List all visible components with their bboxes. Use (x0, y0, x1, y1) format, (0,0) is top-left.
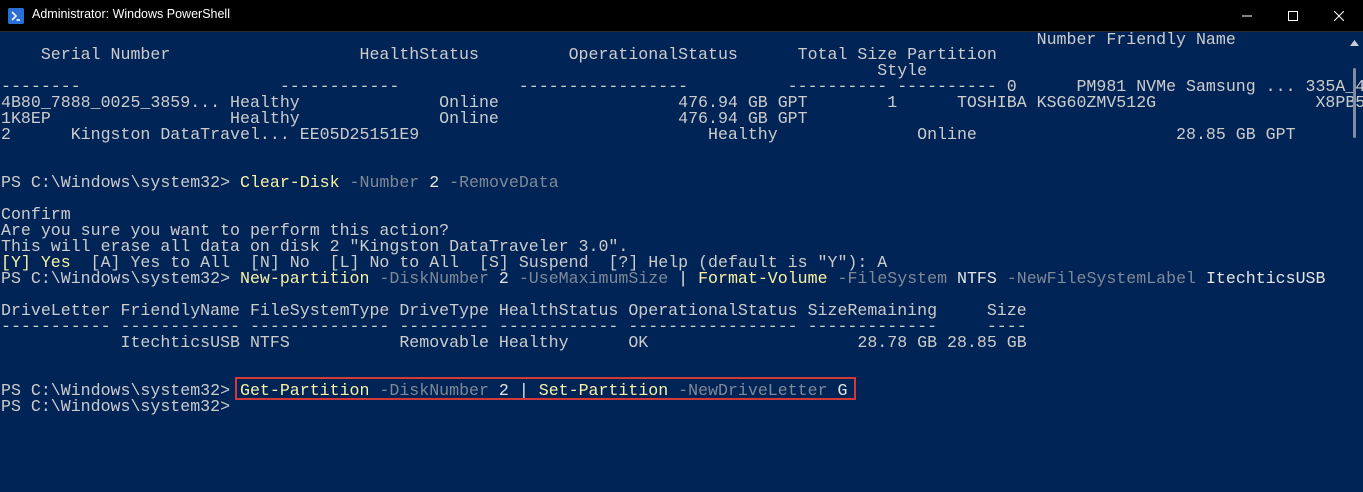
volume-table-row: ItechticsUSB NTFS Removable Healthy OK 2… (1, 333, 1027, 352)
current-prompt[interactable]: PS C:\Windows\system32> (1, 397, 240, 416)
prompt: PS C:\Windows\system32> (1, 269, 240, 288)
cmdlet-name: New-partition (240, 269, 370, 288)
command-highlight-box (235, 377, 856, 400)
command-line-clear-disk: PS C:\Windows\system32> Clear-Disk -Numb… (1, 173, 559, 192)
parameter-name: -UseMaximumSize (508, 269, 669, 288)
command-line-new-partition: PS C:\Windows\system32> New-partition -D… (1, 269, 1326, 288)
powershell-icon (8, 8, 24, 24)
parameter-name: -DiskNumber (369, 269, 489, 288)
parameter-value: 2 (419, 173, 440, 192)
scrollbar-thumb[interactable] (1353, 68, 1356, 138)
close-button[interactable] (1316, 0, 1362, 31)
parameter-name: -RemoveData (439, 173, 559, 192)
vertical-scrollbar[interactable] (1346, 32, 1363, 492)
cmdlet-name: Format-Volume (698, 269, 828, 288)
cmdlet-name: Clear-Disk (240, 173, 340, 192)
console-output[interactable]: Number Friendly Name Serial Number Healt… (0, 31, 1363, 492)
minimize-button[interactable] (1224, 0, 1270, 31)
parameter-value: 2 (488, 269, 509, 288)
title-bar[interactable]: Administrator: Windows PowerShell (0, 0, 1363, 32)
scroll-up-arrow-icon[interactable] (1350, 40, 1359, 46)
disk-table-row: 2 Kingston DataTravel... EE05D25151E9 He… (1, 125, 1296, 144)
parameter-name: -FileSystem (827, 269, 948, 288)
parameter-name: -Number (339, 173, 420, 192)
parameter-value: ItechticsUSB (1196, 269, 1326, 288)
maximize-button[interactable] (1270, 0, 1316, 31)
maximize-icon (1288, 10, 1298, 21)
pipe-operator: | (668, 269, 699, 288)
parameter-value: NTFS (947, 269, 997, 288)
minimize-icon (1242, 15, 1252, 16)
powershell-window: Administrator: Windows PowerShell Number… (0, 0, 1363, 492)
prompt: PS C:\Windows\system32> (1, 397, 240, 416)
parameter-name: -NewFileSystemLabel (996, 269, 1196, 288)
prompt: PS C:\Windows\system32> (1, 173, 240, 192)
close-icon (1334, 10, 1344, 21)
window-title: Administrator: Windows PowerShell (32, 7, 230, 21)
